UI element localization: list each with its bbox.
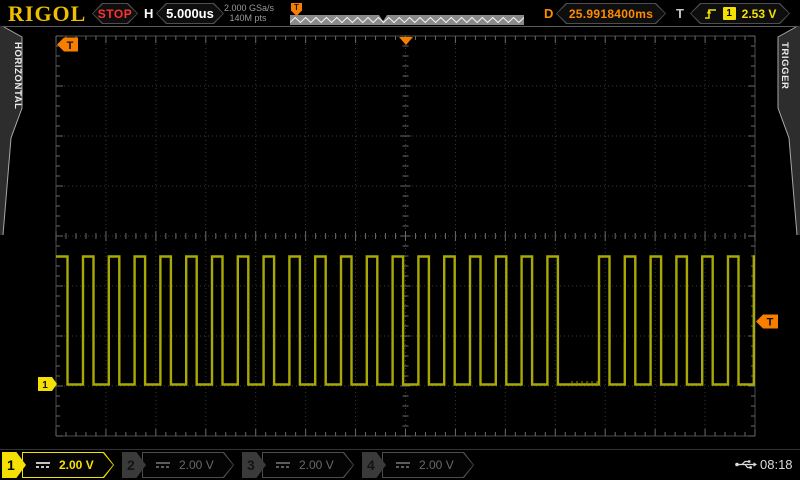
dc-coupling-icon [36, 462, 50, 468]
sample-rate: 2.000 GSa/s [224, 3, 272, 13]
usb-icon [735, 459, 757, 470]
channel3-scale: 2.00 V [299, 458, 334, 472]
run-state-badge[interactable]: STOP [92, 3, 138, 24]
dc-coupling-icon [396, 462, 410, 468]
horizontal-tab-label: HORIZONTAL [12, 42, 23, 110]
memory-depth: 140M pts [224, 13, 272, 23]
dc-coupling-icon [156, 462, 170, 468]
trigger-corner-flag[interactable]: T [57, 38, 78, 52]
dc-coupling-icon [276, 462, 290, 468]
horizontal-offset-value: 25.9918400ms [557, 4, 665, 23]
rigol-logo: RIGOL [8, 1, 86, 27]
channel2-scale: 2.00 V [179, 458, 214, 472]
top-separator [0, 26, 800, 27]
trigger-label: T [676, 6, 684, 21]
channel1-badge[interactable]: 2.00 V 1 [2, 452, 114, 478]
channel4-scale: 2.00 V [419, 458, 454, 472]
clock: 08:18 [760, 457, 793, 472]
top-status-bar: RIGOL STOP H 5.000us 2.000 GSa/s 140M pt… [0, 0, 800, 27]
rising-edge-icon [704, 6, 717, 21]
trigger-level-flag[interactable]: T [756, 315, 778, 329]
trigger-level-value: 2.53 V [742, 7, 777, 21]
trigger-level-flag-label: T [767, 317, 774, 329]
horizontal-menu-tab[interactable]: HORIZONTAL [0, 26, 26, 241]
acquisition-info: 2.000 GSa/s 140M pts [224, 3, 272, 23]
bottom-separator [0, 449, 800, 450]
memory-position-bar[interactable] [290, 15, 524, 25]
trigger-position-arrow-icon[interactable] [399, 37, 413, 45]
trigger-menu-tab[interactable]: TRIGGER [774, 26, 800, 241]
horizontal-offset-badge[interactable]: 25.9918400ms [556, 3, 666, 24]
horizontal-label: H [144, 6, 153, 21]
channel1-scale: 2.00 V [59, 458, 94, 472]
trigger-corner-flag-label: T [67, 40, 74, 52]
delay-label: D [544, 6, 553, 21]
channel4-badge[interactable]: 2.00 V 4 [362, 452, 474, 478]
timebase-badge[interactable]: 5.000us [156, 3, 224, 24]
trigger-settings-badge[interactable]: 1 2.53 V [690, 3, 790, 24]
run-state-label: STOP [93, 4, 137, 23]
channel3-badge[interactable]: 2.00 V 3 [242, 452, 354, 478]
trigger-source-box: 1 [723, 7, 736, 20]
memory-waveform-glyph [290, 18, 524, 23]
scope-display: T T 1 [0, 0, 800, 480]
oscilloscope-screen: { "header": { "logo": "RIGOL", "run_stat… [0, 0, 800, 480]
ch1-ground-marker[interactable]: 1 [38, 377, 57, 391]
ch1-ground-marker-label: 1 [42, 380, 48, 391]
timebase-value: 5.000us [157, 4, 223, 23]
trigger-tab-label: TRIGGER [779, 42, 790, 89]
channel2-badge[interactable]: 2.00 V 2 [122, 452, 234, 478]
